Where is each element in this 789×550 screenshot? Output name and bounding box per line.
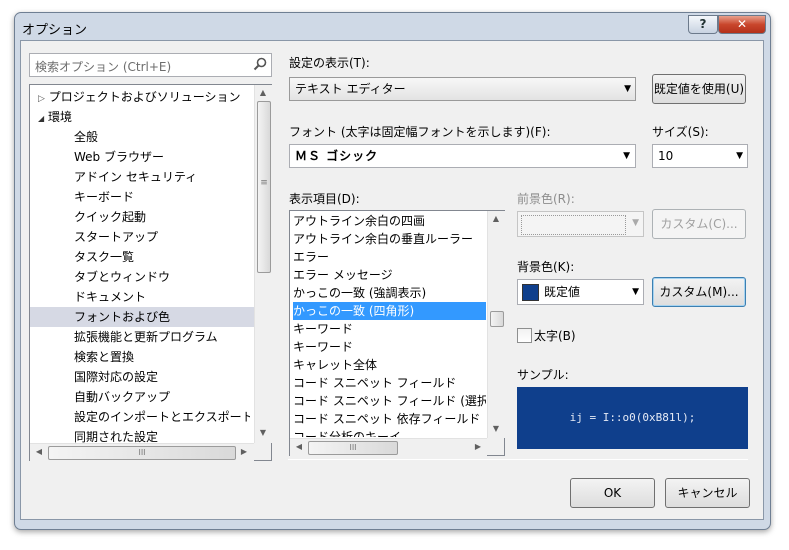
font-label: フォント (太字は固定幅フォントを示します)(F):: [289, 125, 551, 139]
tree-item[interactable]: ドキュメント: [74, 287, 146, 307]
expand-arrow-icon[interactable]: ▷: [38, 94, 45, 104]
show-settings-combo[interactable]: テキスト エディター ▼: [289, 77, 636, 101]
tree-item-selected[interactable]: フォントおよび色: [30, 307, 254, 327]
background-combo[interactable]: 既定値 ▼: [517, 279, 644, 305]
collapse-arrow-icon[interactable]: ◢: [38, 114, 44, 123]
scroll-thumb[interactable]: III: [308, 441, 398, 455]
dropdown-arrow-icon: ▼: [623, 151, 631, 161]
scroll-thumb[interactable]: [490, 311, 504, 327]
list-item[interactable]: コード分析のキーイ: [293, 428, 486, 437]
dropdown-arrow-icon: ▼: [736, 151, 743, 161]
search-input[interactable]: 検索オプション (Ctrl+E): [29, 53, 272, 77]
scroll-up-icon[interactable]: ▲: [488, 212, 504, 226]
font-combo[interactable]: ＭＳ ゴシック ▼: [289, 144, 636, 168]
background-label: 背景色(K):: [517, 260, 575, 274]
bold-label: 太字(B): [534, 329, 576, 343]
tree-item[interactable]: Web ブラウザー: [74, 147, 164, 167]
close-button[interactable]: ✕: [718, 15, 766, 34]
list-item[interactable]: キーワード: [293, 338, 486, 356]
scroll-right-icon[interactable]: ▶: [236, 445, 252, 459]
list-item[interactable]: キャレット全体: [293, 356, 486, 374]
tree-item-environment[interactable]: ◢ 環境: [38, 107, 72, 127]
sample-preview: ij = I::o0(0xB81l);: [517, 387, 748, 449]
scroll-right-icon[interactable]: ▶: [470, 440, 486, 454]
help-button[interactable]: ?: [688, 15, 718, 34]
grip-icon: ≡: [260, 178, 268, 188]
tree-horizontal-scrollbar[interactable]: ◀ III ▶: [30, 443, 254, 461]
scroll-corner: [254, 443, 271, 460]
background-swatch: [522, 284, 539, 301]
scroll-thumb[interactable]: ≡: [257, 101, 271, 273]
tree-item[interactable]: アドイン セキュリティ: [74, 167, 197, 187]
foreground-combo[interactable]: ▼: [517, 211, 644, 237]
list-item[interactable]: かっこの一致 (強調表示): [293, 284, 486, 302]
list-item[interactable]: コード スニペット 依存フィールド: [293, 410, 486, 428]
foreground-label: 前景色(R):: [517, 192, 575, 206]
list-item[interactable]: アウトライン余白の四画: [293, 212, 486, 230]
tree-item[interactable]: 検索と置換: [74, 347, 134, 367]
dropdown-arrow-icon: ▼: [632, 287, 639, 297]
options-tree[interactable]: ▷ プロジェクトおよびソリューション ◢ 環境 全般 Web ブラウザー アドイ…: [29, 84, 272, 461]
tree-item[interactable]: クイック起動: [74, 207, 146, 227]
list-vertical-scrollbar[interactable]: ▲ ▼: [487, 211, 505, 438]
foreground-custom-button[interactable]: カスタム(C)...: [652, 209, 746, 239]
size-combo[interactable]: 10 ▼: [652, 144, 748, 168]
list-item[interactable]: コード スニペット フィールド (選択: [293, 392, 486, 410]
scroll-down-icon[interactable]: ▼: [255, 426, 271, 440]
tree-item[interactable]: スタートアップ: [74, 227, 158, 247]
sample-text: ij = I::o0(0xB81l);: [569, 411, 696, 424]
grip-icon: III: [138, 448, 146, 457]
list-horizontal-scrollbar[interactable]: ◀ III ▶: [290, 438, 487, 456]
tree-item[interactable]: タブとウィンドウ: [74, 267, 170, 287]
dropdown-arrow-icon: ▼: [624, 84, 631, 94]
show-settings-label: 設定の表示(T):: [289, 56, 370, 70]
grip-icon: III: [349, 443, 357, 452]
use-default-button[interactable]: 既定値を使用(U): [652, 74, 746, 104]
cancel-button[interactable]: キャンセル: [665, 478, 750, 508]
scroll-up-icon[interactable]: ▲: [255, 86, 271, 100]
bold-checkbox[interactable]: [517, 328, 532, 343]
scroll-left-icon[interactable]: ◀: [291, 440, 307, 454]
tree-item[interactable]: 全般: [74, 127, 98, 147]
display-items-label: 表示項目(D):: [289, 192, 360, 206]
size-label: サイズ(S):: [652, 125, 709, 139]
dropdown-arrow-icon: ▼: [632, 218, 639, 228]
window-title: オプション: [22, 23, 88, 38]
search-icon[interactable]: [253, 57, 267, 74]
tree-item[interactable]: 自動バックアップ: [74, 387, 170, 407]
list-item[interactable]: コード スニペット フィールド: [293, 374, 486, 392]
display-items-list[interactable]: アウトライン余白の四画 アウトライン余白の垂直ルーラー エラー エラー メッセー…: [289, 210, 505, 456]
list-item[interactable]: キーワード: [293, 320, 486, 338]
ok-button[interactable]: OK: [570, 478, 655, 508]
tree-item[interactable]: キーボード: [74, 187, 134, 207]
scroll-left-icon[interactable]: ◀: [31, 445, 47, 459]
list-item[interactable]: エラー メッセージ: [293, 266, 486, 284]
tree-item[interactable]: 設定のインポートとエクスポート: [74, 407, 250, 427]
tree-vertical-scrollbar[interactable]: ▲ ≡ ▼: [254, 85, 272, 443]
list-item-selected[interactable]: かっこの一致 (四角形): [293, 302, 486, 320]
foreground-swatch: [521, 215, 626, 235]
search-placeholder: 検索オプション (Ctrl+E): [35, 60, 172, 74]
tree-item[interactable]: 国際対応の設定: [74, 367, 158, 387]
tree-item[interactable]: タスク一覧: [74, 247, 134, 267]
list-item[interactable]: エラー: [293, 248, 486, 266]
tree-item-projects[interactable]: ▷ プロジェクトおよびソリューション: [38, 87, 241, 107]
footer-divider: [288, 459, 748, 460]
scroll-thumb[interactable]: III: [48, 446, 236, 460]
close-icon: ✕: [736, 17, 748, 31]
background-custom-button[interactable]: カスタム(M)...: [652, 277, 746, 307]
tree-item[interactable]: 拡張機能と更新プログラム: [74, 327, 218, 347]
list-item[interactable]: アウトライン余白の垂直ルーラー: [293, 230, 486, 248]
sample-label: サンプル:: [517, 368, 569, 382]
scroll-corner: [487, 438, 504, 455]
scroll-down-icon[interactable]: ▼: [488, 422, 504, 436]
